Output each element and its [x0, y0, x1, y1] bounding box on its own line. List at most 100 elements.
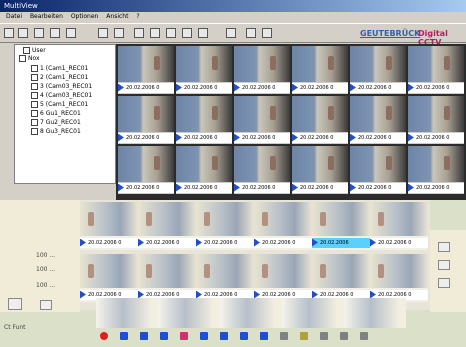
user-icon[interactable]	[262, 28, 272, 38]
tree-item[interactable]: 7 Gu2_REC01	[31, 119, 81, 126]
fast-forward-icon[interactable]	[240, 332, 248, 340]
thumbnail[interactable]	[96, 298, 150, 328]
play-icon[interactable]	[80, 238, 86, 247]
play-icon[interactable]	[350, 183, 356, 192]
layout-6-icon[interactable]	[150, 28, 160, 38]
menu-ansicht[interactable]: Ansicht	[106, 13, 128, 20]
grid-icon[interactable]	[40, 300, 52, 310]
play-icon[interactable]	[176, 83, 182, 92]
step-forward-icon[interactable]	[220, 332, 228, 340]
layout-4-icon[interactable]	[134, 28, 144, 38]
tree-item[interactable]: 4 (Cam03_REC01	[31, 92, 92, 99]
camera-tile[interactable]: 20.02.2006 0	[138, 202, 196, 250]
camera-tile[interactable]: 20.02.2006 0	[254, 254, 312, 302]
play-icon[interactable]	[138, 238, 144, 247]
camera-tile[interactable]: 20.02.2006 0	[350, 96, 406, 144]
play-icon[interactable]	[408, 83, 414, 92]
marker-icon[interactable]	[246, 28, 256, 38]
brightness-icon[interactable]	[438, 260, 450, 270]
camera-tile[interactable]: 20.02.2006 0	[176, 146, 232, 194]
print-icon[interactable]	[320, 332, 328, 340]
tree-item[interactable]: 1 (Cam1_REC01	[31, 65, 88, 72]
play-icon[interactable]	[370, 238, 376, 247]
play-icon[interactable]	[160, 332, 168, 340]
refresh-icon[interactable]	[34, 28, 44, 38]
camera-tile[interactable]: 20.02.2006	[312, 202, 370, 250]
zoom-icon[interactable]	[340, 332, 348, 340]
camera-tile[interactable]: 20.02.2006 0	[350, 46, 406, 94]
panel-button[interactable]	[8, 298, 22, 310]
step-back-icon[interactable]	[140, 332, 148, 340]
play-icon[interactable]	[292, 133, 298, 142]
play-icon[interactable]	[292, 183, 298, 192]
play-icon[interactable]	[350, 83, 356, 92]
layout-16-icon[interactable]	[198, 28, 208, 38]
camera-tile[interactable]: 20.02.2006 0	[196, 202, 254, 250]
camera-tile[interactable]: 20.02.2006 0	[370, 254, 428, 302]
thumbnail[interactable]	[158, 298, 212, 328]
play-icon[interactable]	[176, 183, 182, 192]
camera-tile[interactable]: 20.02.2006 0	[292, 46, 348, 94]
print-icon[interactable]	[66, 28, 76, 38]
play-icon[interactable]	[118, 183, 124, 192]
camera-tile[interactable]: 20.02.2006 0	[80, 254, 138, 302]
camera-tile[interactable]: 20.02.2006 0	[408, 96, 464, 144]
menu-bearbeiten[interactable]: Bearbeiten	[30, 13, 63, 20]
camera-tile[interactable]: 20.02.2006 0	[408, 46, 464, 94]
layout-9-icon[interactable]	[166, 28, 176, 38]
camera-tile[interactable]: 20.02.2006 0	[196, 254, 254, 302]
volume-icon[interactable]	[438, 242, 450, 252]
end-icon[interactable]	[260, 332, 268, 340]
folder-icon[interactable]	[50, 28, 60, 38]
camera-tile[interactable]: 20.02.2006 0	[234, 146, 290, 194]
camera-tile[interactable]: 20.02.2006 0	[118, 96, 174, 144]
camera-tile[interactable]: 20.02.2006 0	[234, 96, 290, 144]
play-icon[interactable]	[234, 133, 240, 142]
camera-tile[interactable]: 20.02.2006 0	[312, 254, 370, 302]
play-icon[interactable]	[176, 133, 182, 142]
pause-icon[interactable]	[180, 332, 188, 340]
menu-datei[interactable]: Datei	[6, 13, 22, 20]
camera-tile[interactable]: 20.02.2006 0	[292, 96, 348, 144]
camera-icon[interactable]	[4, 28, 14, 38]
camera-tile[interactable]: 20.02.2006 0	[408, 146, 464, 194]
layout-1-icon[interactable]	[98, 28, 108, 38]
tree-node-nox[interactable]: Nox	[19, 55, 40, 62]
record-icon[interactable]	[100, 332, 108, 340]
camera-tile[interactable]: 20.02.2006 0	[254, 202, 312, 250]
tree-item[interactable]: 3 (Cam03_REC01	[31, 83, 92, 90]
camera-tile[interactable]: 20.02.2006 0	[118, 146, 174, 194]
camera-tile[interactable]: 20.02.2006 0	[234, 46, 290, 94]
export-icon[interactable]	[300, 332, 308, 340]
tree-item[interactable]: 8 Gu3_REC01	[31, 128, 81, 135]
stop-icon[interactable]	[18, 28, 28, 38]
tree-root-user[interactable]: User	[23, 47, 46, 54]
layout-12-icon[interactable]	[182, 28, 192, 38]
play-icon[interactable]	[80, 290, 86, 299]
play-icon[interactable]	[254, 238, 260, 247]
play-icon[interactable]	[292, 83, 298, 92]
play-icon[interactable]	[350, 133, 356, 142]
tree-item[interactable]: 6 Gu1_REC01	[31, 110, 81, 117]
camera-tile[interactable]: 20.02.2006 0	[176, 96, 232, 144]
play-icon[interactable]	[408, 133, 414, 142]
camera-tile[interactable]: 20.02.2006 0	[292, 146, 348, 194]
sequence-icon[interactable]	[226, 28, 236, 38]
camera-tile[interactable]: 20.02.2006 0	[176, 46, 232, 94]
menu-help[interactable]: ?	[136, 13, 139, 20]
play-icon[interactable]	[408, 183, 414, 192]
tree-item[interactable]: 5 (Cam1_REC01	[31, 101, 88, 108]
camera-tile[interactable]: 20.02.2006 0	[118, 46, 174, 94]
thumbnail[interactable]	[220, 298, 274, 328]
camera-tile[interactable]: 20.02.2006 0	[370, 202, 428, 250]
brand-logo-left[interactable]: GEUTEBRÜCK	[360, 29, 420, 38]
search-icon[interactable]	[280, 332, 288, 340]
camera-tile[interactable]: 20.02.2006 0	[350, 146, 406, 194]
thumbnail[interactable]	[282, 298, 336, 328]
play-icon[interactable]	[118, 83, 124, 92]
play-icon[interactable]	[234, 83, 240, 92]
layout-2-icon[interactable]	[114, 28, 124, 38]
stop-icon[interactable]	[200, 332, 208, 340]
tree-item[interactable]: 2 (Cam1_REC01	[31, 74, 88, 81]
thumbnail[interactable]	[344, 298, 398, 328]
